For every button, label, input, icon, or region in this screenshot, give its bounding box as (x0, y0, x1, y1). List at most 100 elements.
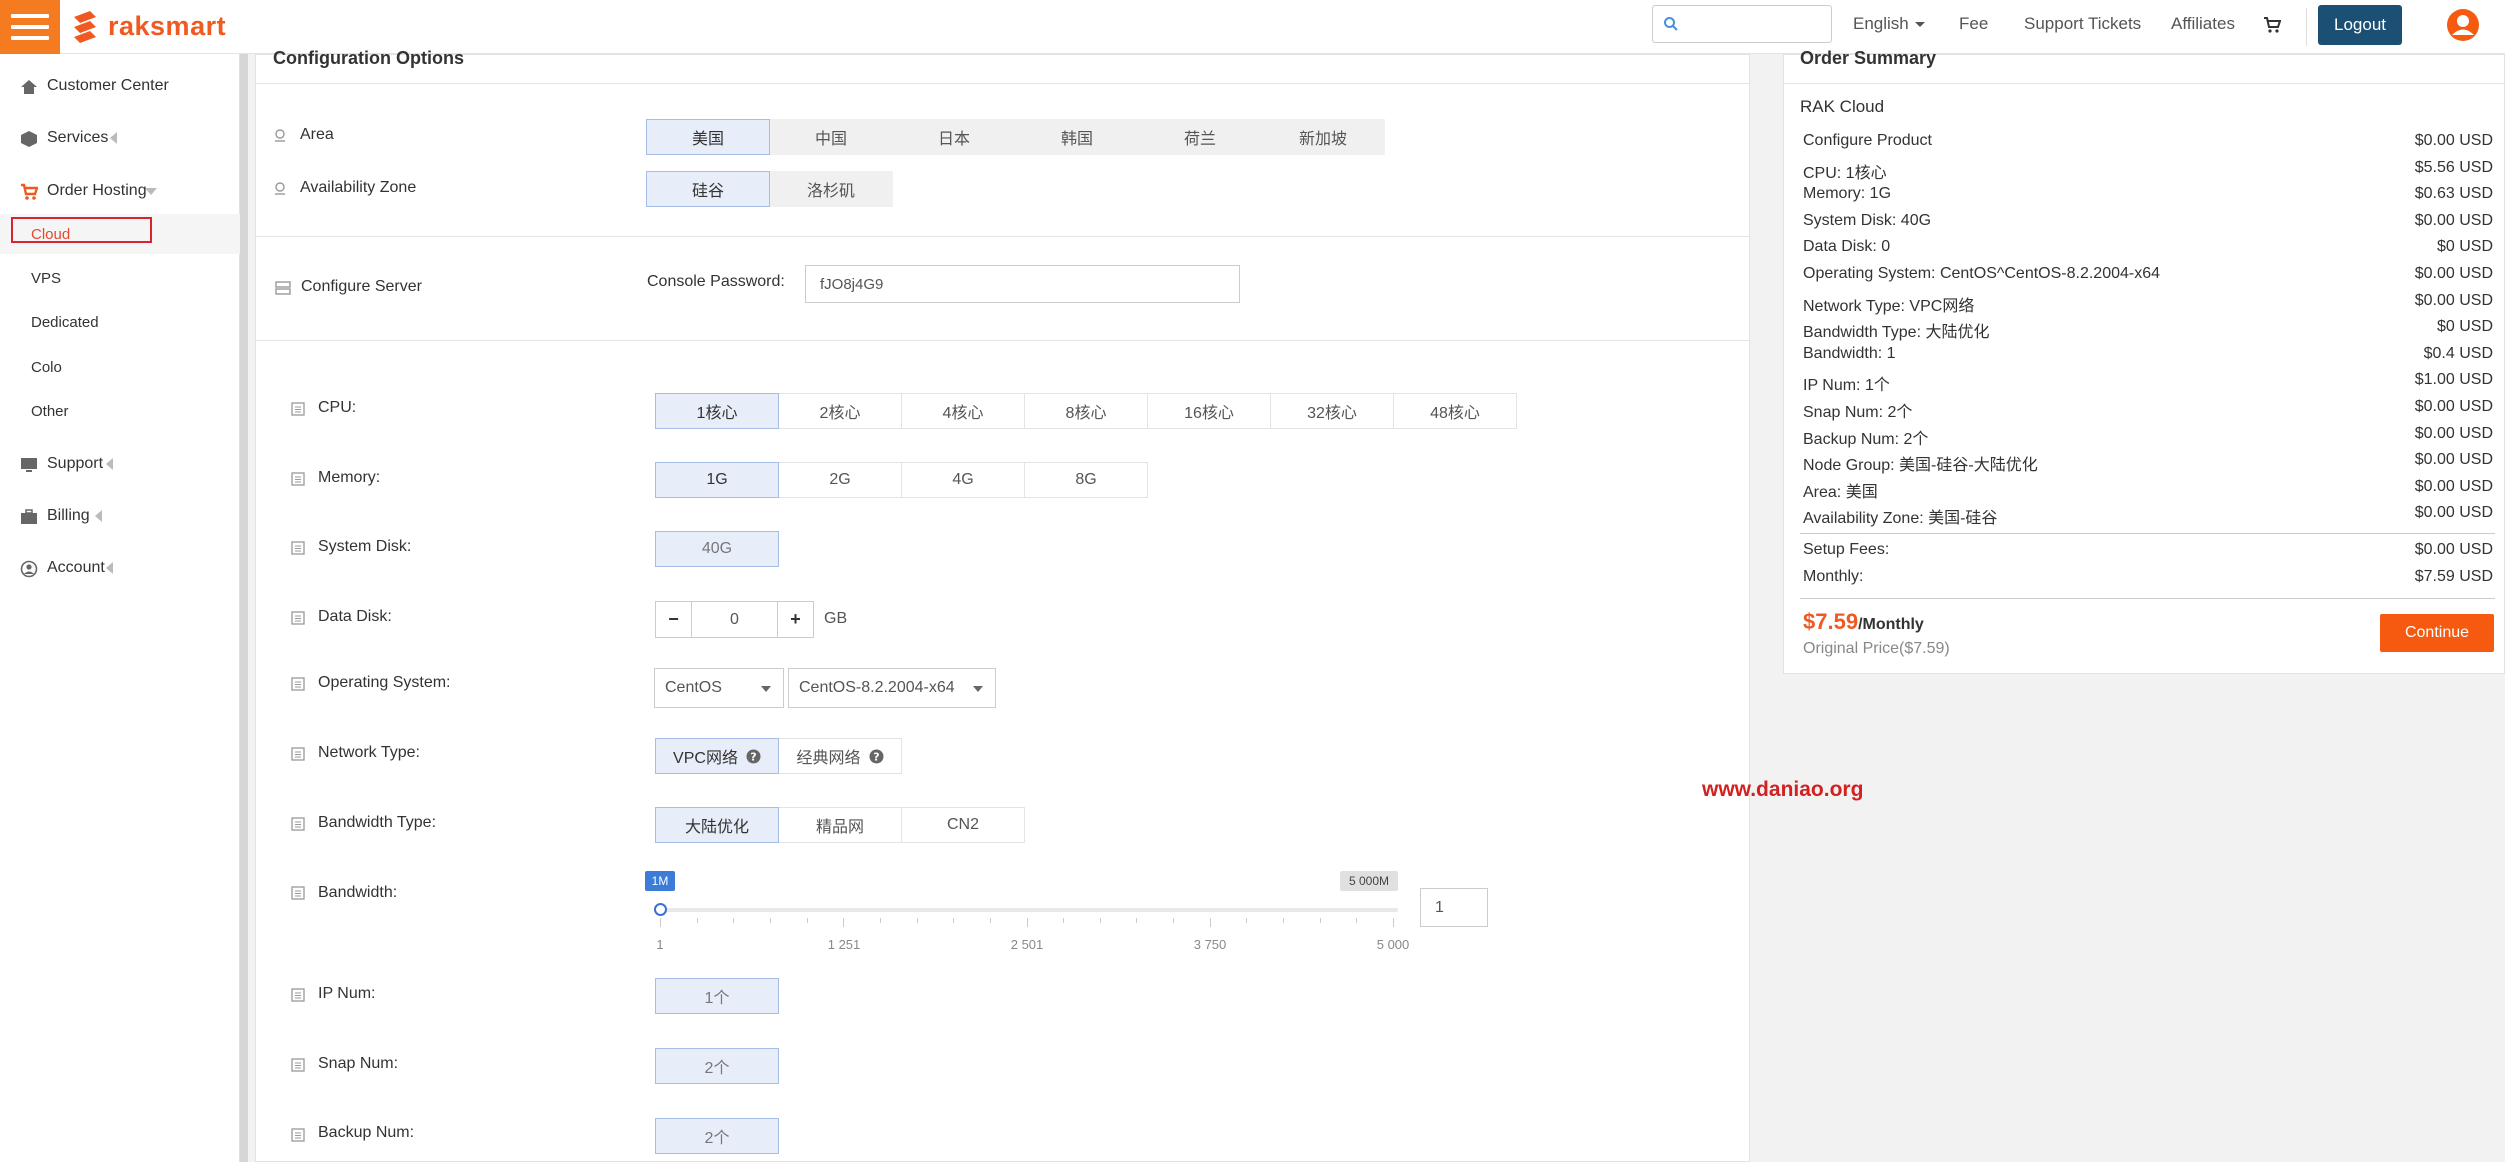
summary-row-value: $0.4 USD (2423, 344, 2493, 362)
memory-options: 1G 2G 4G 8G (655, 462, 1148, 498)
summary-row: IP Num: 1个 $1.00 USD (1803, 371, 2493, 397)
area-option-nl[interactable]: 荷兰 (1138, 119, 1262, 155)
sidebar-item-account[interactable]: Account (0, 548, 240, 588)
data-disk-value[interactable]: 0 (692, 601, 777, 638)
server-icon (275, 281, 291, 295)
cpu-option-16[interactable]: 16核心 (1147, 393, 1271, 429)
sidebar-item-billing[interactable]: Billing (0, 496, 240, 536)
language-label: English (1853, 14, 1909, 33)
slider-tick (1136, 918, 1138, 923)
home-icon (21, 80, 37, 94)
fee-row: Monthly: $7.59 USD (1803, 568, 2493, 594)
location-icon (275, 182, 285, 195)
bandwidth-slider-handle[interactable] (654, 903, 667, 916)
search-input[interactable] (1685, 10, 1825, 38)
sidebar-item-services[interactable]: Services (0, 118, 240, 158)
area-option-kr[interactable]: 韩国 (1015, 119, 1139, 155)
zone-label: Availability Zone (300, 179, 417, 196)
help-icon[interactable]: ? (869, 749, 884, 764)
zone-option-silicon-valley[interactable]: 硅谷 (646, 171, 770, 207)
area-option-us[interactable]: 美国 (646, 119, 770, 155)
os-family-select[interactable]: CentOS (654, 668, 784, 708)
support-tickets-link[interactable]: Support Tickets (2024, 14, 2141, 34)
data-disk-decrement-button[interactable]: − (655, 601, 692, 638)
network-type-label: Network Type: (318, 744, 420, 761)
cpu-option-2[interactable]: 2核心 (778, 393, 902, 429)
logout-button[interactable]: Logout (2318, 5, 2402, 45)
bandwidth-option-mainland[interactable]: 大陆优化 (655, 807, 779, 843)
cpu-option-8[interactable]: 8核心 (1024, 393, 1148, 429)
console-password-input[interactable] (805, 265, 1240, 303)
memory-option-4g[interactable]: 4G (901, 462, 1025, 498)
divider (256, 236, 1749, 237)
sidebar-item-support[interactable]: Support (0, 444, 240, 484)
bandwidth-option-premium[interactable]: 精品网 (778, 807, 902, 843)
summary-row: Bandwidth Type: 大陆优化 $0 USD (1803, 318, 2493, 344)
sidebar-sub-vps[interactable]: VPS (0, 258, 240, 298)
snap-num-options: 2个 (655, 1048, 779, 1084)
memory-option-1g[interactable]: 1G (655, 462, 779, 498)
os-label: Operating System: (318, 674, 451, 691)
zone-option-los-angeles[interactable]: 洛杉矶 (769, 171, 893, 207)
sidebar-item-order-hosting[interactable]: Order Hosting (0, 171, 240, 211)
network-option-classic[interactable]: 经典网络 ? (778, 738, 902, 774)
fee-link[interactable]: Fee (1959, 14, 1988, 34)
cpu-option-4[interactable]: 4核心 (901, 393, 1025, 429)
chevron-left-icon (95, 510, 102, 522)
summary-divider (1800, 598, 2495, 599)
system-disk-label: System Disk: (318, 538, 412, 555)
area-option-jp[interactable]: 日本 (892, 119, 1016, 155)
summary-row: Node Group: 美国-硅谷-大陆优化 $0.00 USD (1803, 451, 2493, 477)
bandwidth-option-cn2[interactable]: CN2 (901, 807, 1025, 843)
chevron-left-icon (110, 132, 117, 144)
list-icon (291, 817, 305, 831)
cpu-option-1[interactable]: 1核心 (655, 393, 779, 429)
summary-row-label: Node Group: 美国-硅谷-大陆优化 (1803, 457, 2038, 475)
area-label: Area (300, 126, 334, 143)
affiliates-link[interactable]: Affiliates (2171, 14, 2235, 34)
brand-logo[interactable]: raksmart (68, 6, 226, 46)
summary-row-value: $0.00 USD (2414, 291, 2493, 309)
slider-tick (879, 918, 881, 923)
area-option-cn[interactable]: 中国 (769, 119, 893, 155)
memory-option-2g[interactable]: 2G (778, 462, 902, 498)
bandwidth-input[interactable] (1420, 888, 1488, 927)
data-disk-increment-button[interactable]: + (777, 601, 814, 638)
cart-icon[interactable] (2263, 16, 2281, 34)
summary-row-value: $0 USD (2436, 238, 2493, 256)
area-option-sg[interactable]: 新加坡 (1261, 119, 1385, 155)
continue-button[interactable]: Continue (2380, 614, 2494, 652)
list-icon (291, 472, 305, 486)
hamburger-icon (11, 14, 49, 18)
user-avatar-icon[interactable] (2446, 8, 2480, 42)
os-version-select[interactable]: CentOS-8.2.2004-x64 (788, 668, 996, 708)
summary-row-value: $0.00 USD (2414, 265, 2493, 282)
sidebar-sub-colo[interactable]: Colo (0, 347, 240, 387)
cpu-option-48[interactable]: 48核心 (1393, 393, 1517, 429)
slider-tick (989, 918, 991, 923)
chevron-left-icon (106, 562, 113, 574)
summary-row-label: Operating System: CentOS^CentOS-8.2.2004… (1803, 265, 2161, 282)
menu-toggle-button[interactable] (0, 0, 60, 54)
memory-option-8g[interactable]: 8G (1024, 462, 1148, 498)
caret-down-icon (1914, 22, 1925, 28)
cpu-option-32[interactable]: 32核心 (1270, 393, 1394, 429)
language-dropdown[interactable]: English (1853, 14, 1925, 34)
fee-row-value: $0.00 USD (2414, 541, 2493, 558)
network-option-vpc[interactable]: VPC网络 ? (655, 738, 779, 774)
sidebar-sub-other[interactable]: Other (0, 391, 240, 431)
sidebar-item-customer-center[interactable]: Customer Center (0, 66, 240, 106)
chevron-left-icon (106, 458, 113, 470)
slider-current-tag: 1M (645, 871, 675, 891)
slider-tick (733, 918, 735, 923)
backup-num-label: Backup Num: (318, 1124, 415, 1141)
price-period: /Monthly (1858, 616, 1924, 633)
memory-label: Memory: (318, 469, 381, 486)
search-icon (1664, 17, 1678, 31)
total-price: $7.59/Monthly (1803, 609, 1924, 635)
bandwidth-slider-track[interactable] (660, 908, 1398, 912)
list-icon (291, 541, 305, 555)
price-amount: $7.59 (1803, 609, 1859, 634)
sidebar-sub-dedicated[interactable]: Dedicated (0, 302, 240, 342)
help-icon[interactable]: ? (746, 749, 761, 764)
